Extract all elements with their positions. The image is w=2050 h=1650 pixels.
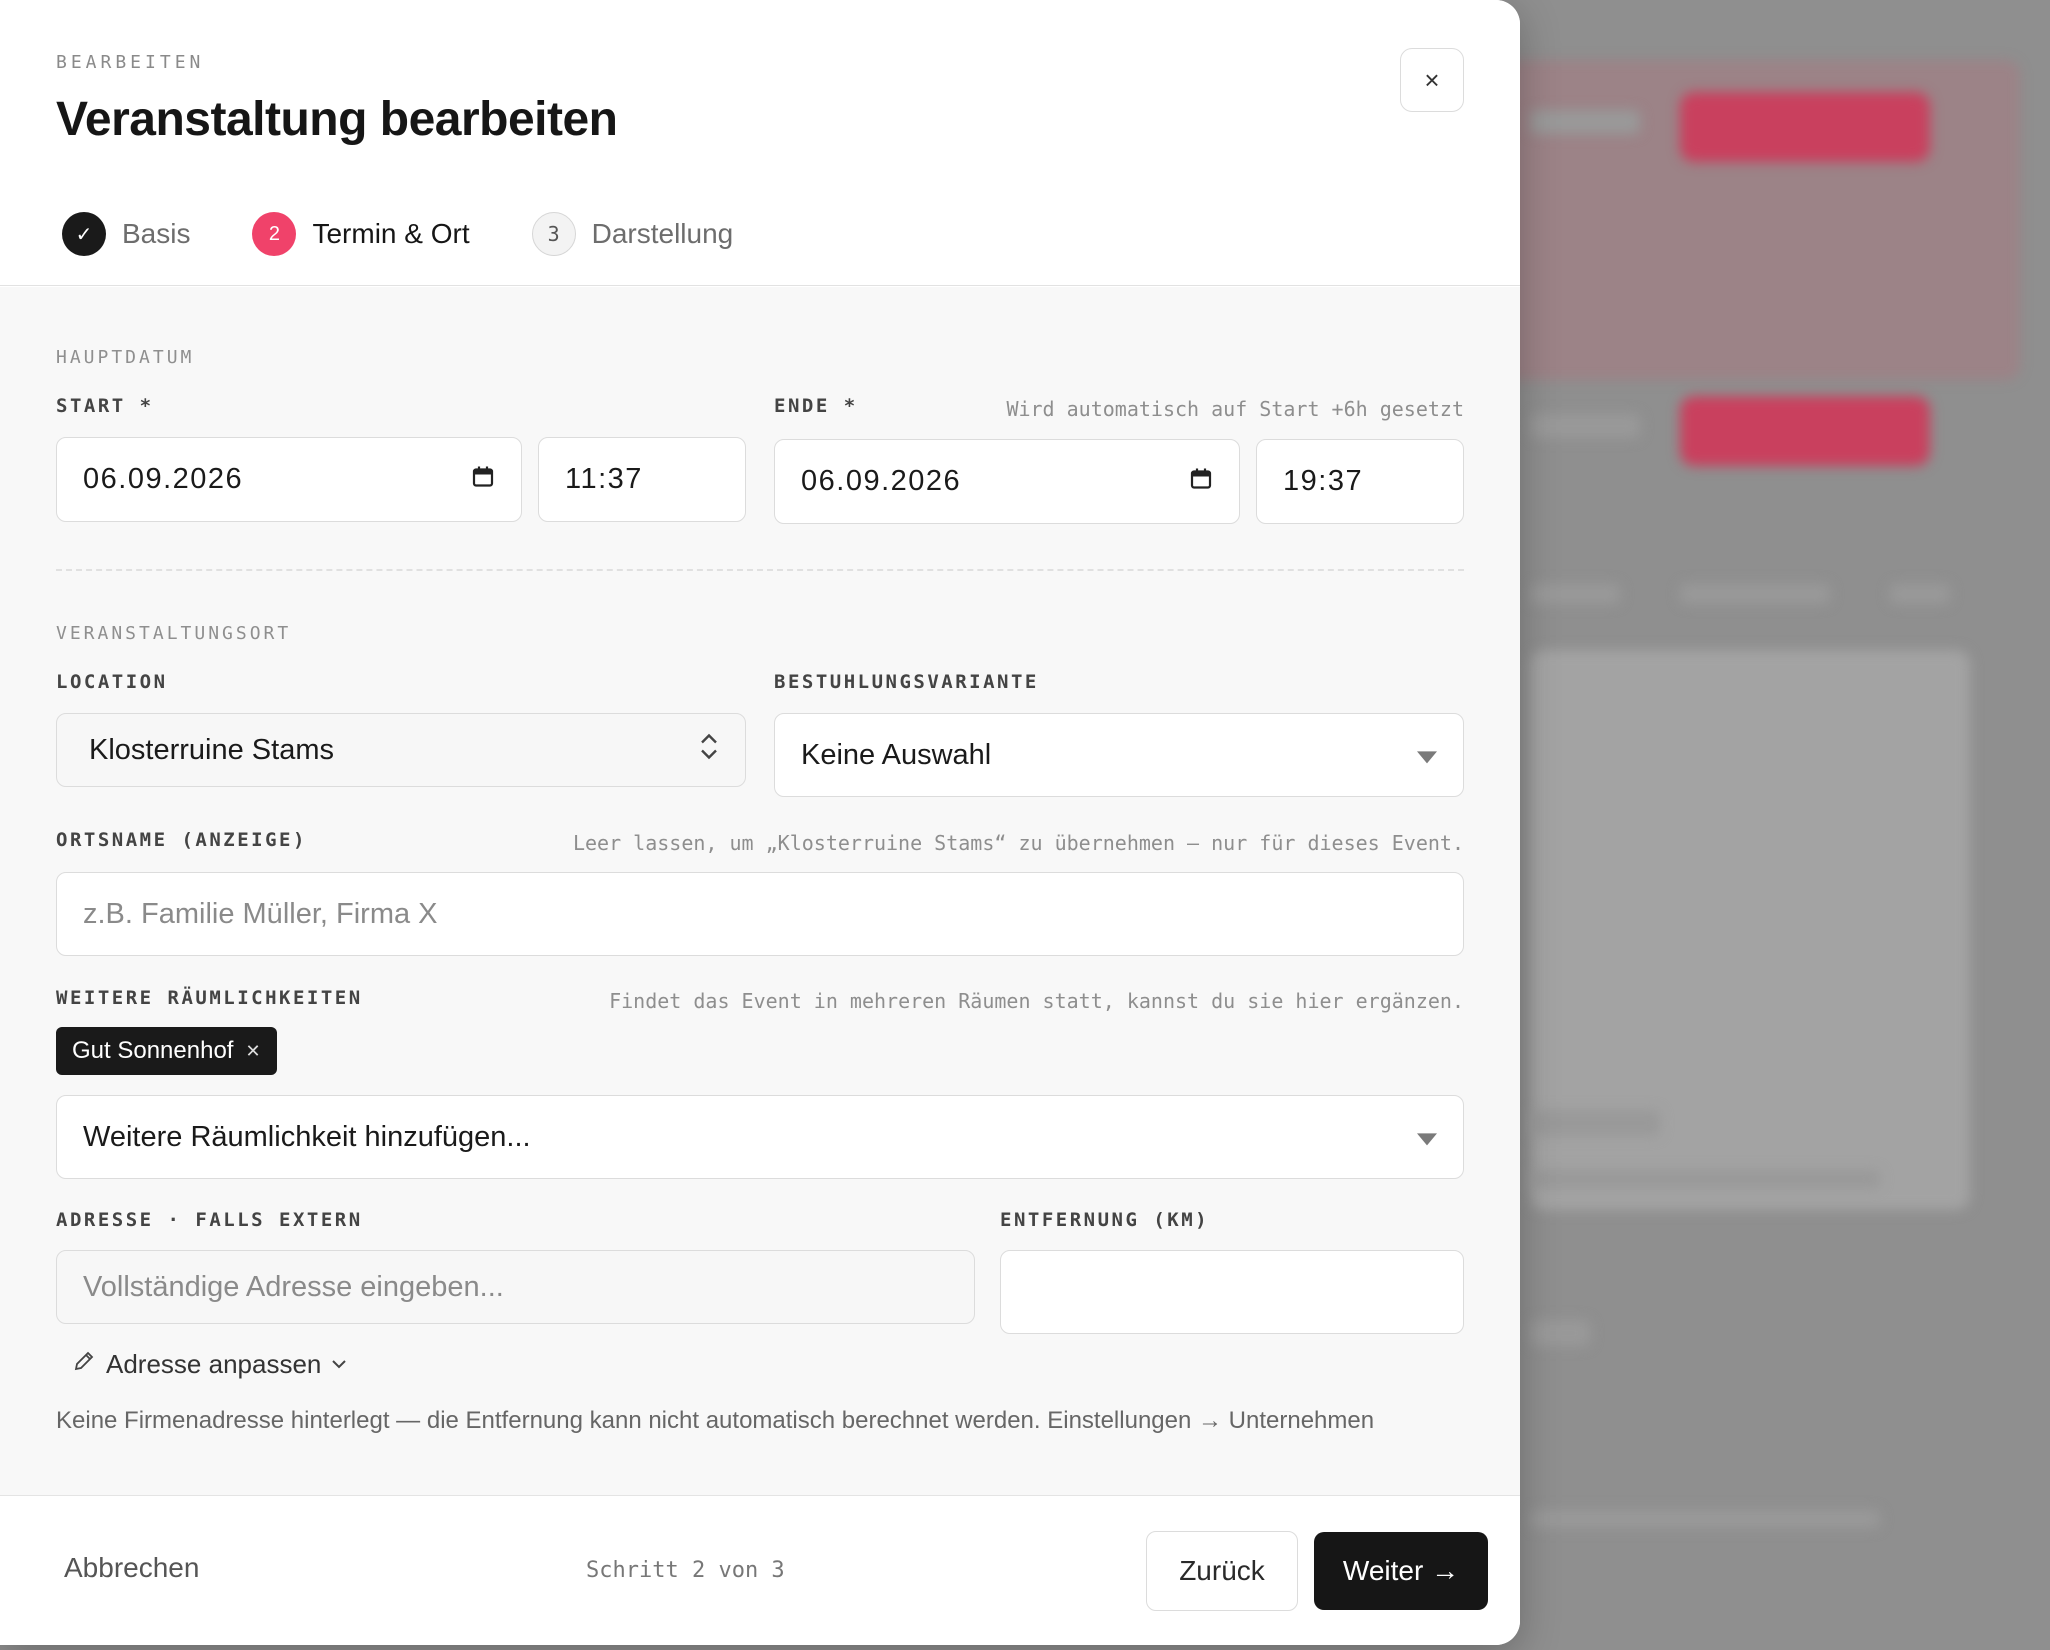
back-button[interactable]: Zurück (1146, 1531, 1298, 1611)
next-button[interactable]: Weiter → (1314, 1532, 1488, 1610)
chevron-down-icon (331, 1354, 347, 1375)
close-icon: × (1424, 64, 1440, 95)
background-button (1680, 92, 1930, 162)
start-date-value: 06.09.2026 (83, 463, 244, 495)
start-time-value: 11:37 (565, 463, 643, 495)
distance-label: ENTFERNUNG (KM) (1000, 1209, 1210, 1231)
step-label: Basis (122, 218, 191, 249)
end-date-input[interactable]: 06.09.2026 (774, 439, 1240, 524)
step-check-icon: ✓ (62, 212, 106, 256)
rooms-select[interactable]: Weitere Räumlichkeit hinzufügen... (56, 1095, 1464, 1179)
room-chip[interactable]: Gut Sonnenhof ✕ (56, 1027, 277, 1075)
background-button (1680, 396, 1930, 466)
seating-value: Keine Auswahl (801, 738, 992, 771)
location-label: LOCATION (56, 671, 168, 693)
background-text (1530, 1320, 1590, 1346)
step-number: 3 (531, 212, 576, 256)
rooms-hint: Findet das Event in mehreren Räumen stat… (609, 989, 1464, 1013)
background-text (1530, 110, 1640, 134)
step-darstellung[interactable]: 3 Darstellung (531, 212, 734, 256)
modal-footer: Abbrechen Schritt 2 von 3 Zurück Weiter … (0, 1495, 1520, 1645)
calendar-icon[interactable] (1189, 466, 1213, 497)
background-tab (1890, 584, 1950, 604)
section-divider (56, 569, 1464, 571)
section-heading-venue: VERANSTALTUNGSORT (56, 623, 292, 644)
background-text (1530, 1170, 1880, 1188)
placename-input[interactable]: z.B. Familie Müller, Firma X (56, 872, 1464, 956)
dropdown-caret-icon (1417, 1133, 1437, 1146)
seating-select[interactable]: Keine Auswahl (774, 713, 1464, 797)
address-label: ADRESSE · FALLS EXTERN (56, 1209, 363, 1231)
start-date-input[interactable]: 06.09.2026 (56, 437, 522, 522)
step-indicator: Schritt 2 von 3 (586, 1558, 785, 1583)
calendar-icon[interactable] (471, 464, 495, 495)
address-placeholder: Vollständige Adresse eingeben... (83, 1270, 504, 1303)
edit-event-modal: BEARBEITEN Veranstaltung bearbeiten × ✓ … (0, 0, 1520, 1645)
placename-hint: Leer lassen, um „Klosterruine Stams“ zu … (572, 831, 1464, 855)
step-number: 2 (252, 212, 297, 256)
form-body: HAUPTDATUM START * 06.09.2026 11:37 ENDE… (0, 287, 1520, 1495)
rooms-select-placeholder: Weitere Räumlichkeit hinzufügen... (83, 1120, 531, 1153)
modal-eyebrow: BEARBEITEN (56, 52, 205, 73)
background-tab (1680, 584, 1830, 604)
room-chip-label: Gut Sonnenhof (72, 1037, 234, 1064)
adjust-address-toggle[interactable]: Adresse anpassen (72, 1349, 347, 1380)
step-label: Termin & Ort (312, 218, 470, 249)
modal-title: Veranstaltung bearbeiten (56, 93, 618, 146)
background-tab (1530, 584, 1620, 604)
seating-label: BESTUHLUNGSVARIANTE (774, 671, 1039, 693)
distance-input[interactable] (1000, 1250, 1464, 1334)
start-time-input[interactable]: 11:37 (538, 437, 746, 522)
end-date-value: 06.09.2026 (801, 465, 962, 497)
section-heading-main-date: HAUPTDATUM (56, 347, 195, 368)
step-basis[interactable]: ✓ Basis (62, 212, 190, 256)
address-input[interactable]: Vollständige Adresse eingeben... (56, 1250, 975, 1324)
stepper: ✓ Basis 2 Termin & Ort 3 Darstellung (62, 212, 795, 256)
placename-placeholder: z.B. Familie Müller, Firma X (83, 897, 438, 930)
placename-label: ORTSNAME (ANZEIGE) (56, 829, 307, 851)
start-label: START * (56, 395, 154, 417)
end-time-input[interactable]: 19:37 (1256, 439, 1464, 524)
background-text (1530, 1510, 1880, 1528)
end-time-value: 19:37 (1283, 465, 1364, 497)
close-button[interactable]: × (1400, 48, 1464, 112)
modal-header: BEARBEITEN Veranstaltung bearbeiten × ✓ … (0, 0, 1520, 286)
pencil-icon (72, 1349, 96, 1380)
cancel-button[interactable]: Abbrechen (64, 1552, 199, 1584)
distance-note: Keine Firmenadresse hinterlegt — die Ent… (56, 1407, 1375, 1434)
chevron-updown-icon (699, 733, 719, 768)
step-termin-ort[interactable]: 2 Termin & Ort (252, 212, 470, 256)
location-select[interactable]: Klosterruine Stams (56, 713, 746, 787)
location-value: Klosterruine Stams (89, 733, 334, 766)
remove-chip-icon[interactable]: ✕ (245, 1041, 260, 1062)
background-text (1530, 1110, 1660, 1136)
adjust-address-label: Adresse anpassen (106, 1349, 322, 1379)
step-label: Darstellung (591, 218, 734, 249)
end-hint: Wird automatisch auf Start +6h gesetzt (1006, 397, 1464, 421)
rooms-label: WEITERE RÄUMLICHKEITEN (56, 987, 363, 1009)
end-label: ENDE * (774, 395, 858, 417)
dropdown-caret-icon (1417, 751, 1437, 764)
background-text (1530, 414, 1640, 438)
